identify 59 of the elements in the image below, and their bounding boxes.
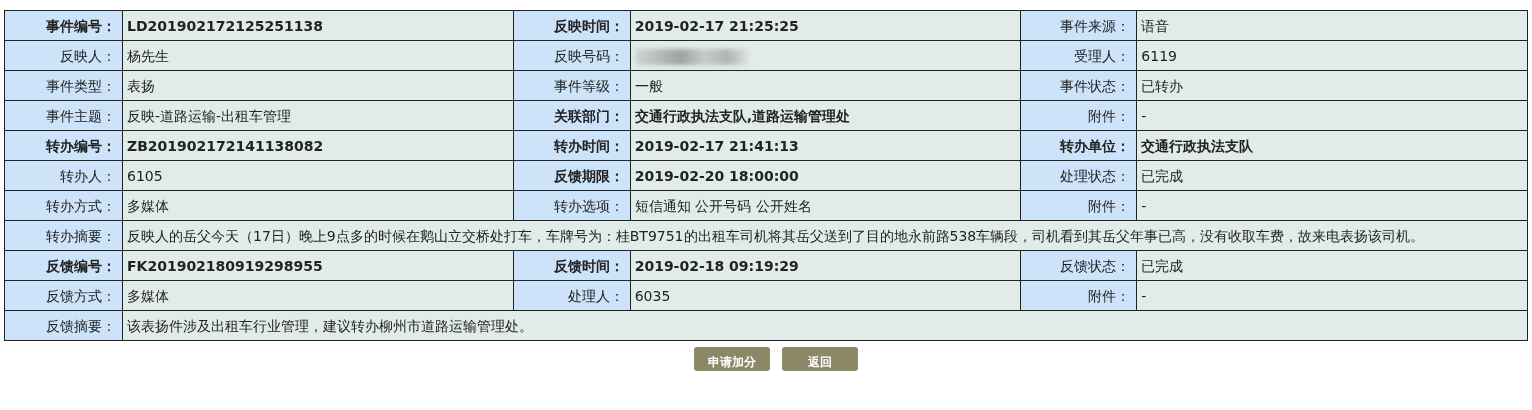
field-label: 关联部门： <box>513 100 631 131</box>
field-value: 反映-道路运输-出租车管理 <box>122 100 514 131</box>
field-label: 事件类型： <box>4 70 123 101</box>
field-value: 一般 <box>630 70 1021 101</box>
field-label: 附件： <box>1020 280 1137 311</box>
field-value: 2019-02-18 09:19:29 <box>630 250 1021 281</box>
field-label: 反馈方式： <box>4 280 123 311</box>
field-label: 转办人： <box>4 160 123 191</box>
field-value: 杨先生 <box>122 40 514 71</box>
field-value: 表扬 <box>122 70 514 101</box>
field-label: 事件来源： <box>1020 10 1137 41</box>
field-value: - <box>1136 190 1528 221</box>
field-value: 6035 <box>630 280 1021 311</box>
field-value: 已完成 <box>1136 250 1528 281</box>
field-value: 已转办 <box>1136 70 1528 101</box>
field-label: 反馈编号： <box>4 250 123 281</box>
field-label: 附件： <box>1020 190 1137 221</box>
field-label: 反馈摘要： <box>4 310 123 341</box>
field-label: 反映号码： <box>513 40 631 71</box>
field-label: 事件状态： <box>1020 70 1137 101</box>
action-button[interactable]: 返回 <box>782 347 858 371</box>
field-label: 事件编号： <box>4 10 123 41</box>
field-label: 转办编号： <box>4 130 123 161</box>
field-label: 反映时间： <box>513 10 631 41</box>
field-value: ZB201902172141138082 <box>122 130 514 161</box>
field-label: 转办方式： <box>4 190 123 221</box>
field-value: 反映人的岳父今天（17日）晚上9点多的时候在鹅山立交桥处打车，车牌号为：桂BT9751的出租车司机将其岳父送到了目的地永前路538车辆段，司机看到其岳父年事已高，没有收取车费，故来电表扬该司机。 <box>122 220 1528 251</box>
field-value: 6119 <box>1136 40 1528 71</box>
field-value: 该表扬件涉及出租车行业管理，建议转办柳州市道路运输管理处。 <box>122 310 1528 341</box>
field-label: 反映人： <box>4 40 123 71</box>
field-label: 受理人： <box>1020 40 1137 71</box>
field-value: 已完成 <box>1136 160 1528 191</box>
field-value: LD201902172125251138 <box>122 10 514 41</box>
field-label: 转办选项： <box>513 190 631 221</box>
field-label: 处理人： <box>513 280 631 311</box>
field-value: 2019-02-17 21:25:25 <box>630 10 1021 41</box>
field-label: 附件： <box>1020 100 1137 131</box>
field-label: 转办单位： <box>1020 130 1137 161</box>
field-value: - <box>1136 280 1528 311</box>
field-value: 语音 <box>1136 10 1528 41</box>
field-label: 转办摘要： <box>4 220 123 251</box>
field-value: 多媒体 <box>122 190 514 221</box>
field-label: 转办时间： <box>513 130 631 161</box>
field-value: FK201902180919298955 <box>122 250 514 281</box>
field-value: 多媒体 <box>122 280 514 311</box>
field-label: 反馈期限： <box>513 160 631 191</box>
field-value: 6105 <box>122 160 514 191</box>
action-button[interactable]: 申请加分 <box>694 347 770 371</box>
field-value: - <box>1136 100 1528 131</box>
field-value: 短信通知 公开号码 公开姓名 <box>630 190 1021 221</box>
field-label: 事件主题： <box>4 100 123 131</box>
field-label: 反馈时间： <box>513 250 631 281</box>
field-value: 2019-02-17 21:41:13 <box>630 130 1021 161</box>
field-label: 事件等级： <box>513 70 631 101</box>
field-label: 反馈状态： <box>1020 250 1137 281</box>
field-value: 2019-02-20 18:00:00 <box>630 160 1021 191</box>
field-value: 交通行政执法支队,道路运输管理处 <box>630 100 1021 131</box>
field-label: 处理状态： <box>1020 160 1137 191</box>
field-value: 交通行政执法支队 <box>1136 130 1528 161</box>
